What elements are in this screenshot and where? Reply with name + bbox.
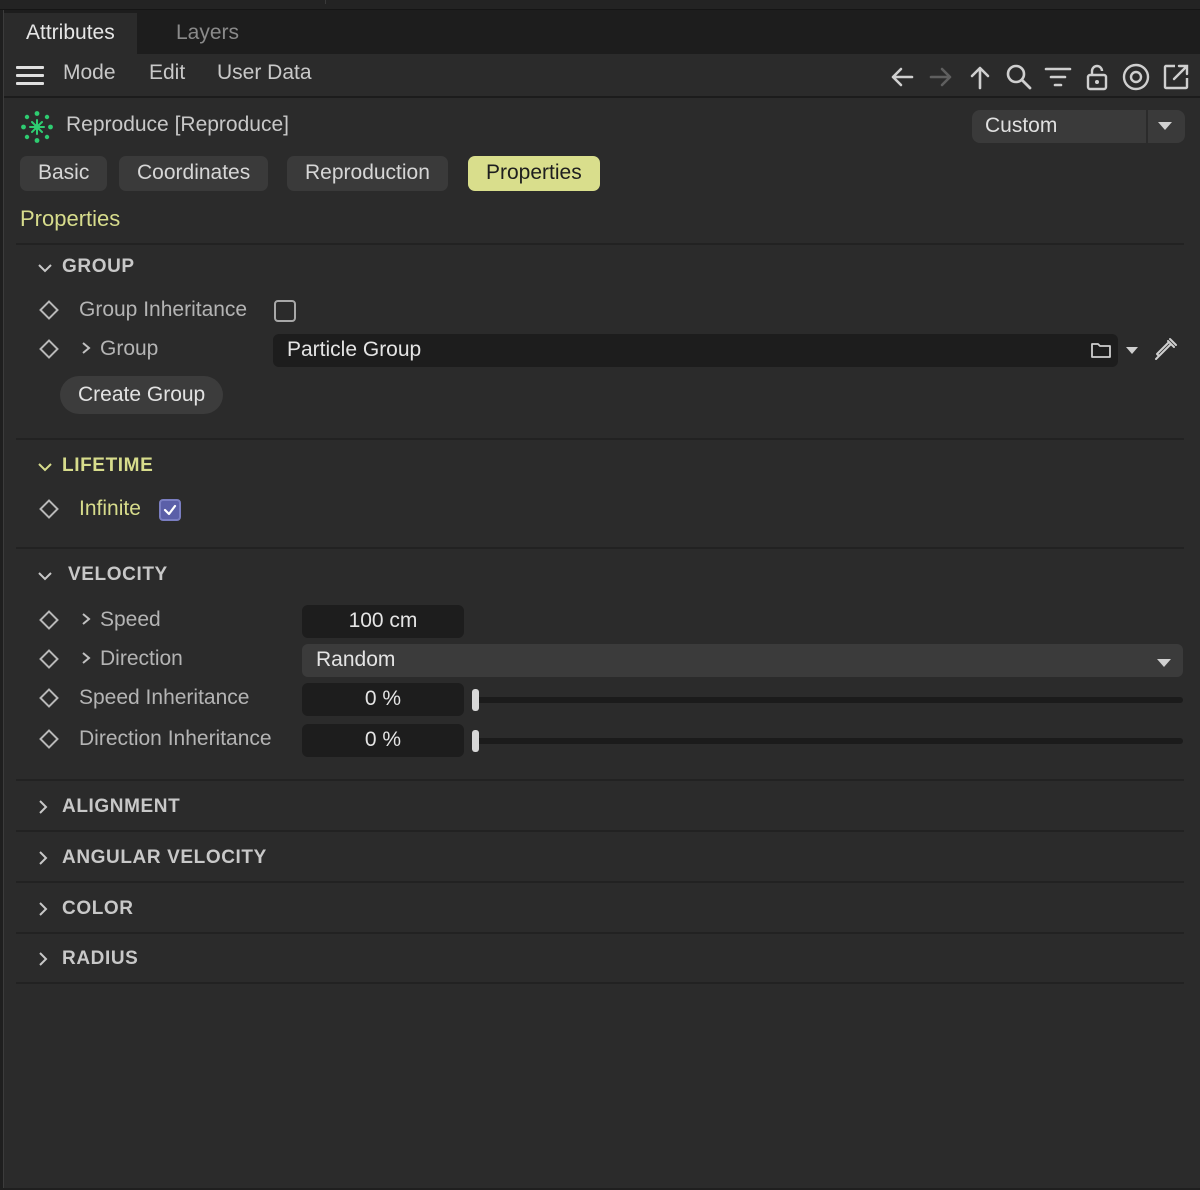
hamburger-menu-icon[interactable] bbox=[16, 66, 44, 86]
divider bbox=[16, 982, 1184, 984]
direction-label: Direction bbox=[100, 647, 183, 670]
external-link-icon[interactable] bbox=[1161, 62, 1191, 92]
eyedropper-icon[interactable] bbox=[1152, 335, 1180, 363]
chevron-down-icon[interactable] bbox=[1126, 347, 1138, 354]
arrow-left-icon[interactable] bbox=[887, 62, 917, 92]
infinite-checkbox[interactable] bbox=[159, 499, 181, 521]
filter-icon[interactable] bbox=[1043, 62, 1073, 92]
infinite-label: Infinite bbox=[79, 497, 141, 520]
speed-label: Speed bbox=[100, 608, 161, 631]
direction-inheritance-row: Direction Inheritance 0 % bbox=[4, 723, 1200, 757]
chevron-right-icon[interactable] bbox=[80, 652, 92, 664]
chevron-right-icon[interactable] bbox=[80, 342, 92, 354]
menu-edit[interactable]: Edit bbox=[149, 61, 185, 85]
group-label: Group bbox=[100, 337, 159, 360]
direction-row: Direction Random bbox=[4, 643, 1200, 677]
chevron-right-icon bbox=[39, 952, 48, 966]
tab-coordinates[interactable]: Coordinates bbox=[119, 156, 269, 191]
menu-mode[interactable]: Mode bbox=[63, 61, 116, 85]
search-icon[interactable] bbox=[1004, 62, 1034, 92]
lock-icon[interactable] bbox=[1082, 62, 1112, 92]
divider bbox=[16, 438, 1184, 440]
object-header: Reproduce [Reproduce] Custom bbox=[4, 110, 1200, 156]
panel-tab-bar: Attributes Layers bbox=[4, 10, 1200, 54]
speed-inheritance-slider[interactable] bbox=[472, 697, 1183, 703]
speed-inheritance-row: Speed Inheritance 0 % bbox=[4, 682, 1200, 716]
speed-input[interactable]: 100 cm bbox=[302, 605, 464, 638]
divider bbox=[16, 547, 1184, 549]
menu-user-data[interactable]: User Data bbox=[217, 61, 312, 85]
divider bbox=[16, 932, 1184, 934]
keyframe-diamond-icon[interactable] bbox=[39, 499, 59, 519]
keyframe-diamond-icon[interactable] bbox=[39, 688, 59, 708]
chevron-right-icon bbox=[39, 800, 48, 814]
keyframe-diamond-icon[interactable] bbox=[39, 649, 59, 669]
direction-inheritance-slider-handle[interactable] bbox=[472, 730, 479, 752]
direction-inheritance-slider[interactable] bbox=[472, 738, 1183, 744]
direction-inheritance-input[interactable]: 0 % bbox=[302, 724, 464, 757]
target-icon[interactable] bbox=[1121, 62, 1151, 92]
arrow-up-icon[interactable] bbox=[965, 62, 995, 92]
divider bbox=[16, 243, 1184, 245]
layout-select-value: Custom bbox=[985, 114, 1058, 137]
toolbar-icons bbox=[881, 62, 1200, 92]
attributes-panel: Attributes Layers Mode Edit User Data Re… bbox=[3, 10, 1200, 1188]
speed-inheritance-value: 0 % bbox=[364, 687, 402, 710]
keyframe-diamond-icon[interactable] bbox=[39, 729, 59, 749]
create-group-button[interactable]: Create Group bbox=[60, 376, 224, 414]
arrow-right-icon[interactable] bbox=[926, 62, 956, 92]
direction-dropdown[interactable]: Random bbox=[302, 644, 1183, 677]
keyframe-diamond-icon[interactable] bbox=[39, 339, 59, 359]
group-link-value: Particle Group bbox=[287, 338, 422, 361]
window-top-strip bbox=[0, 0, 1200, 10]
chevron-right-icon bbox=[39, 902, 48, 916]
direction-inheritance-label: Direction Inheritance bbox=[79, 727, 272, 750]
direction-inheritance-value: 0 % bbox=[364, 728, 402, 751]
checkmark-icon bbox=[163, 504, 177, 516]
group-inheritance-row: Group Inheritance bbox=[4, 294, 1200, 328]
speed-value: 100 cm bbox=[348, 609, 418, 632]
chevron-right-icon bbox=[39, 851, 48, 865]
chevron-down-icon bbox=[1158, 122, 1172, 130]
chevron-down-icon bbox=[1157, 659, 1171, 667]
infinite-row: Infinite bbox=[4, 493, 1200, 527]
layout-select[interactable]: Custom bbox=[972, 110, 1185, 143]
chevron-down-icon bbox=[38, 463, 52, 472]
speed-row: Speed 100 cm bbox=[4, 604, 1200, 638]
keyframe-diamond-icon[interactable] bbox=[39, 610, 59, 630]
group-row: Group Particle Group bbox=[4, 333, 1200, 367]
menu-bar: Mode Edit User Data bbox=[4, 54, 1200, 98]
tab-reproduction[interactable]: Reproduction bbox=[287, 156, 448, 191]
tab-basic[interactable]: Basic bbox=[20, 156, 108, 191]
keyframe-diamond-icon[interactable] bbox=[39, 300, 59, 320]
group-inheritance-checkbox[interactable] bbox=[274, 300, 296, 322]
chevron-down-icon bbox=[38, 264, 52, 273]
tab-layers[interactable]: Layers bbox=[154, 13, 261, 54]
chevron-down-icon bbox=[38, 572, 52, 581]
folder-icon[interactable] bbox=[1090, 340, 1112, 360]
chevron-right-icon[interactable] bbox=[80, 613, 92, 625]
speed-inheritance-label: Speed Inheritance bbox=[79, 686, 250, 709]
divider bbox=[16, 881, 1184, 883]
tab-attributes[interactable]: Attributes bbox=[4, 13, 137, 54]
divider bbox=[16, 779, 1184, 781]
speed-inheritance-slider-handle[interactable] bbox=[472, 689, 479, 711]
group-link-field[interactable]: Particle Group bbox=[273, 334, 1118, 367]
speed-inheritance-input[interactable]: 0 % bbox=[302, 683, 464, 716]
divider bbox=[16, 830, 1184, 832]
particle-emitter-icon bbox=[21, 111, 53, 143]
group-inheritance-label: Group Inheritance bbox=[79, 298, 248, 321]
object-title: Reproduce [Reproduce] bbox=[66, 113, 289, 136]
tab-properties[interactable]: Properties bbox=[468, 156, 600, 191]
section-title: Properties bbox=[20, 206, 121, 231]
direction-value: Random bbox=[316, 648, 396, 671]
